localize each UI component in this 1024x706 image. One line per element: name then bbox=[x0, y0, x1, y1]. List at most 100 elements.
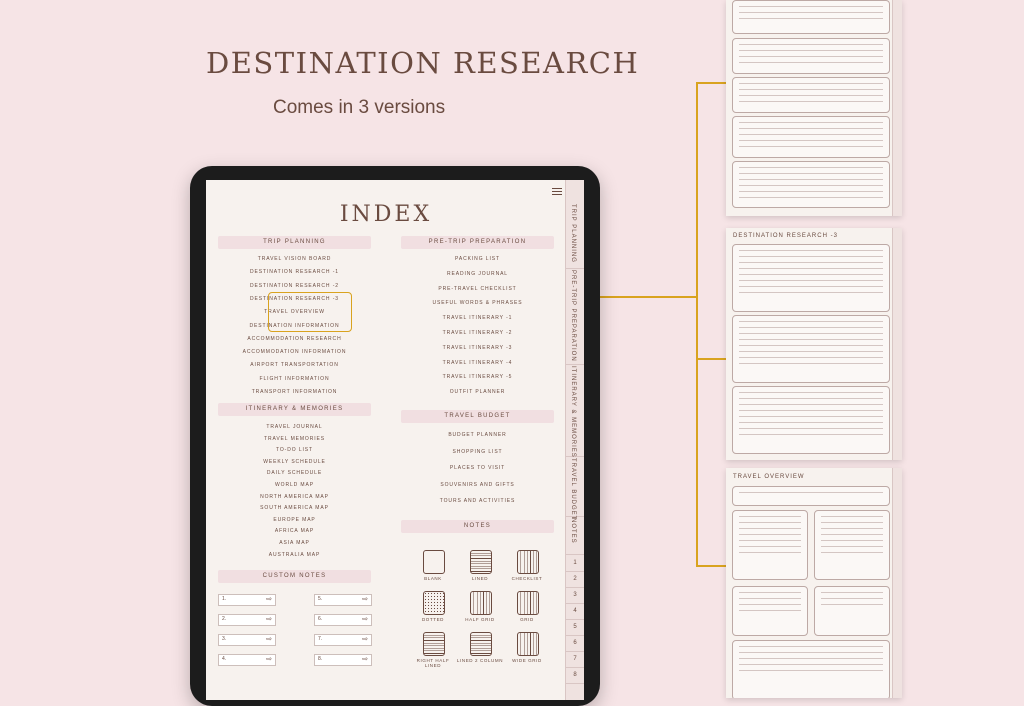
index-link[interactable]: SOUTH AMERICA MAP bbox=[218, 505, 371, 511]
index-link[interactable]: TRAVEL VISION BOARD bbox=[218, 256, 371, 262]
index-link[interactable]: TOURS AND ACTIVITIES bbox=[401, 498, 554, 504]
custom-note-field[interactable]: 8. ⇨ bbox=[314, 654, 372, 666]
custom-note-number: 4. bbox=[222, 656, 227, 662]
tab-number[interactable]: 6 bbox=[566, 636, 584, 652]
index-link[interactable]: PRE-TRAVEL CHECKLIST bbox=[401, 286, 554, 292]
connector-bottom bbox=[696, 565, 726, 567]
arrow-right-icon[interactable]: ⇨ bbox=[362, 615, 368, 623]
itinerary-heading[interactable]: ITINERARY & MEMORIES bbox=[218, 403, 371, 416]
custom-note-field[interactable]: 7. ⇨ bbox=[314, 634, 372, 646]
tab-notes[interactable]: NOTES bbox=[566, 516, 584, 555]
budget-heading[interactable]: TRAVEL BUDGET bbox=[401, 410, 554, 423]
tab-budget[interactable]: TRAVEL BUDGET bbox=[566, 456, 584, 520]
note-template-label: LINED bbox=[471, 576, 489, 581]
index-link[interactable]: READING JOURNAL bbox=[401, 271, 554, 277]
index-title: INDEX bbox=[339, 202, 433, 227]
custom-note-field[interactable]: 6. ⇨ bbox=[314, 614, 372, 626]
preview-page-travel-overview: TRAVEL OVERVIEW bbox=[726, 468, 902, 698]
trip-planning-heading[interactable]: TRIP PLANNING bbox=[218, 236, 371, 249]
tab-number[interactable]: 4 bbox=[566, 604, 584, 620]
note-template-label: HALF GRID bbox=[465, 617, 495, 622]
tab-number[interactable]: 2 bbox=[566, 572, 584, 588]
index-link[interactable]: BUDGET PLANNER bbox=[401, 432, 554, 438]
arrow-right-icon[interactable]: ⇨ bbox=[362, 595, 368, 603]
custom-note-field[interactable]: 5. ⇨ bbox=[314, 594, 372, 606]
index-link[interactable]: SOUVENIRS AND GIFTS bbox=[401, 482, 554, 488]
index-link[interactable]: WEEKLY SCHEDULE bbox=[218, 459, 371, 465]
note-template-icon[interactable] bbox=[517, 632, 539, 656]
arrow-right-icon[interactable]: ⇨ bbox=[266, 635, 272, 643]
arrow-right-icon[interactable]: ⇨ bbox=[362, 635, 368, 643]
menu-icon[interactable] bbox=[552, 186, 562, 196]
note-template-icon[interactable] bbox=[470, 591, 492, 615]
tab-number[interactable]: 8 bbox=[566, 668, 584, 684]
note-template-label: WIDE GRID bbox=[512, 658, 542, 663]
tab-pre-trip[interactable]: PRE-TRIP PREPARATION bbox=[566, 268, 584, 365]
index-screen: INDEX TRIP PLANNING TRAVEL VISION BOARD D… bbox=[206, 180, 584, 700]
preview-page-destination-research-2 bbox=[726, 0, 902, 216]
notes-heading[interactable]: NOTES bbox=[401, 520, 554, 533]
note-template-icon[interactable] bbox=[423, 550, 445, 574]
custom-notes-heading[interactable]: CUSTOM NOTES bbox=[218, 570, 371, 583]
index-link[interactable]: TRANSPORT INFORMATION bbox=[218, 389, 371, 395]
index-link[interactable]: TRAVEL JOURNAL bbox=[218, 424, 371, 430]
custom-note-number: 3. bbox=[222, 636, 227, 642]
tablet-device: INDEX TRIP PLANNING TRAVEL VISION BOARD D… bbox=[190, 166, 600, 706]
arrow-right-icon[interactable]: ⇨ bbox=[266, 655, 272, 663]
index-link[interactable]: TRAVEL ITINERARY -2 bbox=[401, 330, 554, 336]
index-link[interactable]: DAILY SCHEDULE bbox=[218, 470, 371, 476]
tab-trip-planning[interactable]: TRIP PLANNING bbox=[566, 202, 584, 269]
index-link[interactable]: ACCOMMODATION RESEARCH bbox=[218, 336, 371, 342]
tab-itinerary[interactable]: ITINERARY & MEMORIES bbox=[566, 364, 584, 458]
custom-note-field[interactable]: 3. ⇨ bbox=[218, 634, 276, 646]
index-link[interactable]: NORTH AMERICA MAP bbox=[218, 494, 371, 500]
custom-note-field[interactable]: 2. ⇨ bbox=[218, 614, 276, 626]
note-template-icon[interactable] bbox=[470, 550, 492, 574]
index-link[interactable]: ASIA MAP bbox=[218, 540, 371, 546]
index-link[interactable]: AUSTRALIA MAP bbox=[218, 552, 371, 558]
custom-note-number: 2. bbox=[222, 616, 227, 622]
index-link[interactable]: PACKING LIST bbox=[401, 256, 554, 262]
index-link[interactable]: WORLD MAP bbox=[218, 482, 371, 488]
index-link[interactable]: DESTINATION RESEARCH -2 bbox=[218, 283, 371, 289]
pre-trip-heading[interactable]: PRE-TRIP PREPARATION bbox=[401, 236, 554, 249]
note-template-icon[interactable] bbox=[423, 632, 445, 656]
arrow-right-icon[interactable]: ⇨ bbox=[266, 595, 272, 603]
index-link[interactable]: TRAVEL ITINERARY -3 bbox=[401, 345, 554, 351]
tab-number[interactable]: 1 bbox=[566, 556, 584, 572]
index-link[interactable]: AIRPORT TRANSPORTATION bbox=[218, 362, 371, 368]
note-template-icon[interactable] bbox=[423, 591, 445, 615]
note-template-label: DOTTED bbox=[421, 617, 445, 622]
index-link[interactable]: AFRICA MAP bbox=[218, 528, 371, 534]
custom-note-number: 5. bbox=[318, 596, 323, 602]
index-link[interactable]: PLACES TO VISIT bbox=[401, 465, 554, 471]
custom-note-number: 6. bbox=[318, 616, 323, 622]
tab-number[interactable]: 5 bbox=[566, 620, 584, 636]
tab-number[interactable]: 7 bbox=[566, 652, 584, 668]
connector-mid bbox=[696, 358, 726, 360]
index-link[interactable]: USEFUL WORDS & PHRASES bbox=[401, 300, 554, 306]
index-link[interactable]: OUTFIT PLANNER bbox=[401, 389, 554, 395]
index-link[interactable]: FLIGHT INFORMATION bbox=[218, 376, 371, 382]
index-link[interactable]: ACCOMMODATION INFORMATION bbox=[218, 349, 371, 355]
tab-number[interactable]: 3 bbox=[566, 588, 584, 604]
arrow-right-icon[interactable]: ⇨ bbox=[362, 655, 368, 663]
section-tabs: TRIP PLANNING PRE-TRIP PREPARATION ITINE… bbox=[565, 180, 584, 700]
index-link[interactable]: TRAVEL ITINERARY -4 bbox=[401, 360, 554, 366]
index-link[interactable]: EUROPE MAP bbox=[218, 517, 371, 523]
custom-note-field[interactable]: 4. ⇨ bbox=[218, 654, 276, 666]
index-link[interactable]: TRAVEL MEMORIES bbox=[218, 436, 371, 442]
note-template-icon[interactable] bbox=[470, 632, 492, 656]
arrow-right-icon[interactable]: ⇨ bbox=[266, 615, 272, 623]
custom-note-number: 8. bbox=[318, 656, 323, 662]
note-template-label: BLANK bbox=[424, 576, 442, 581]
note-template-icon[interactable] bbox=[517, 591, 539, 615]
overview-box bbox=[732, 640, 890, 698]
index-link[interactable]: TRAVEL ITINERARY -1 bbox=[401, 315, 554, 321]
index-link[interactable]: DESTINATION RESEARCH -1 bbox=[218, 269, 371, 275]
custom-note-field[interactable]: 1. ⇨ bbox=[218, 594, 276, 606]
index-link[interactable]: SHOPPING LIST bbox=[401, 449, 554, 455]
note-template-icon[interactable] bbox=[517, 550, 539, 574]
index-link[interactable]: TO-DO LIST bbox=[218, 447, 371, 453]
index-link[interactable]: TRAVEL ITINERARY -5 bbox=[401, 374, 554, 380]
